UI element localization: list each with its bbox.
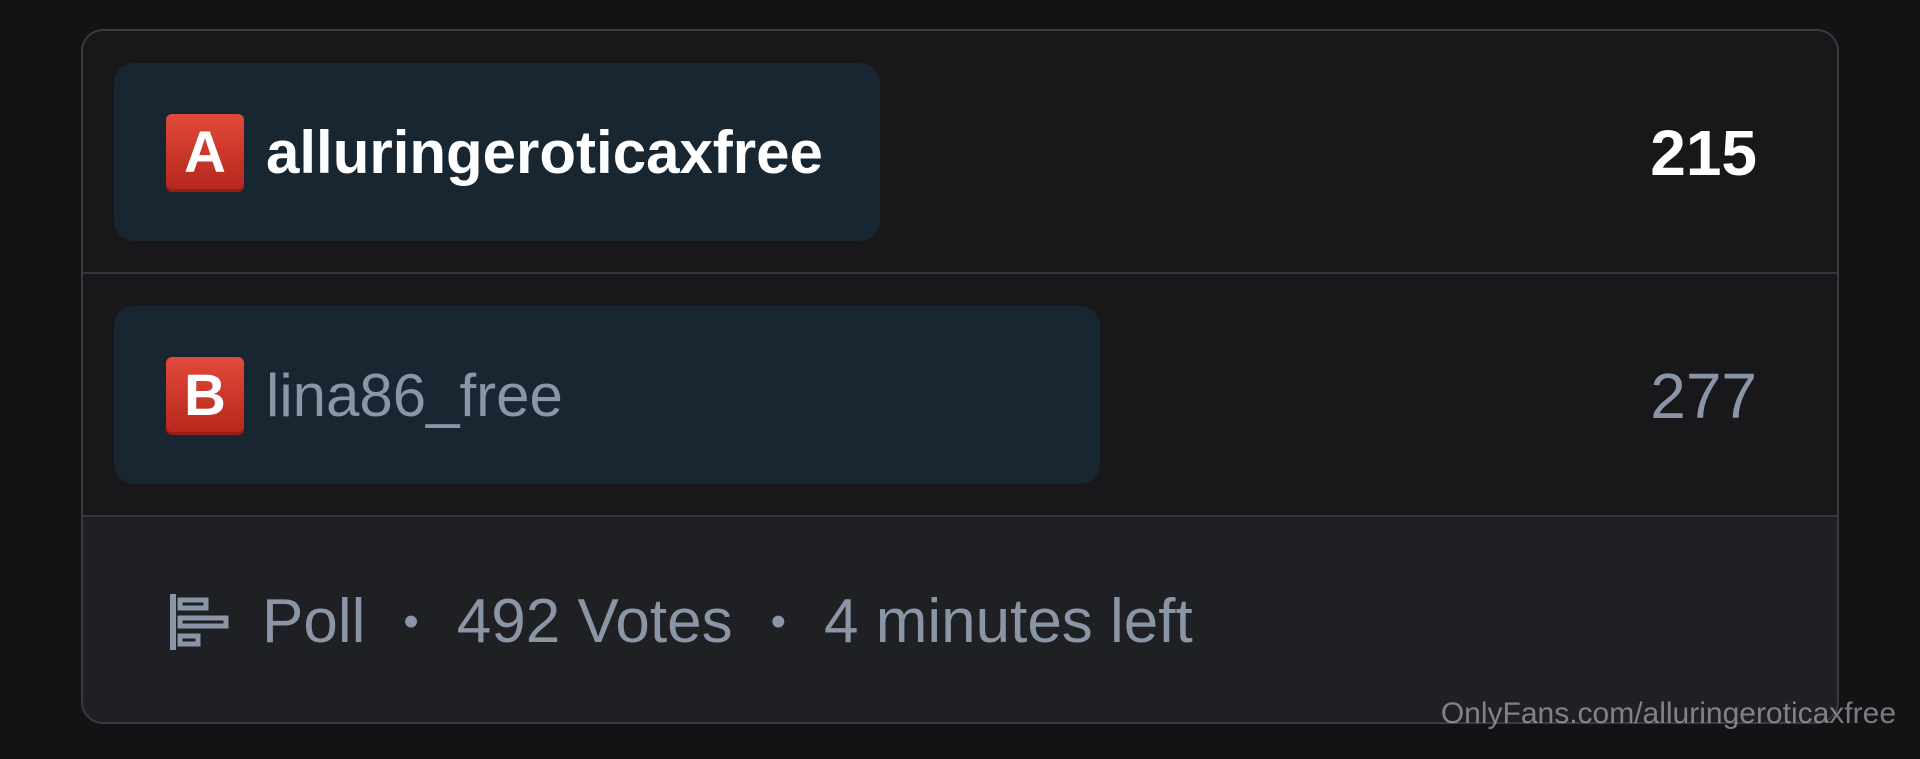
letter-b-icon: B <box>166 356 244 435</box>
poll-card: A alluringeroticaxfree 215 B lina86_free… <box>81 29 1839 724</box>
poll-option-b[interactable]: B lina86_free 277 <box>83 274 1837 517</box>
letter-a-icon: A <box>166 113 244 192</box>
poll-footer: Poll • 492 Votes • 4 minutes left <box>83 517 1837 722</box>
poll-option-a-name: alluringeroticaxfree <box>266 119 823 186</box>
poll-time-left: 4 minutes left <box>824 587 1193 656</box>
poll-votes-total: 492 Votes <box>456 587 733 656</box>
poll-option-a-votes: 215 <box>1650 116 1757 189</box>
poll-option-a[interactable]: A alluringeroticaxfree 215 <box>83 31 1837 274</box>
poll-option-b-label: B lina86_free <box>166 274 563 517</box>
footer-separator: • <box>403 596 419 646</box>
poll-option-b-votes: 277 <box>1650 359 1757 432</box>
poll-icon <box>170 593 229 650</box>
poll-option-b-name: lina86_free <box>266 362 563 429</box>
poll-option-a-label: A alluringeroticaxfree <box>166 31 823 274</box>
poll-type-label: Poll <box>262 587 366 656</box>
watermark: OnlyFans.com/alluringeroticaxfree <box>1440 697 1896 730</box>
footer-separator: • <box>770 596 786 646</box>
